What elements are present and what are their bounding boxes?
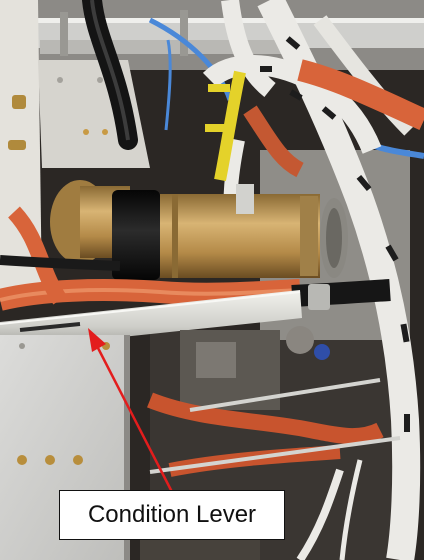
condition-lever-label: Condition Lever [59, 490, 285, 540]
engine-bay-photo [0, 0, 424, 560]
black-hose-mid [291, 279, 391, 307]
photo-frame: Condition Lever [0, 0, 424, 560]
